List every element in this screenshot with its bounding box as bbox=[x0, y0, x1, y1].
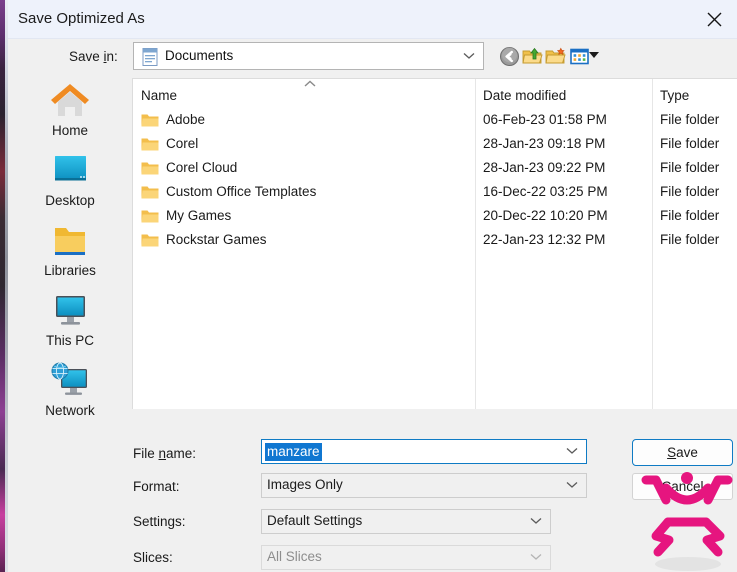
file-name-value: manzare bbox=[265, 443, 322, 461]
sidebar-item-label: Network bbox=[45, 403, 95, 418]
background-window-sliver-2 bbox=[5, 0, 8, 572]
chevron-down-icon[interactable] bbox=[566, 481, 578, 489]
horizontal-scrollbar-track[interactable] bbox=[132, 409, 737, 426]
column-header-name[interactable]: Name bbox=[141, 88, 177, 103]
close-icon bbox=[707, 12, 721, 26]
file-name: Corel bbox=[166, 136, 199, 151]
file-date: 06-Feb-23 01:58 PM bbox=[483, 112, 607, 127]
table-row[interactable]: Rockstar Games 22-Jan-23 12:32 PM File f… bbox=[133, 229, 737, 253]
table-row[interactable]: My Games 20-Dec-22 10:20 PM File folder bbox=[133, 205, 737, 229]
file-name: Adobe bbox=[166, 112, 206, 127]
folder-icon bbox=[141, 186, 159, 199]
up-one-level-button[interactable] bbox=[522, 46, 543, 67]
libraries-folder-icon bbox=[55, 228, 85, 255]
file-date: 28-Jan-23 09:18 PM bbox=[483, 136, 606, 151]
documents-folder-icon bbox=[142, 48, 158, 66]
sidebar-item-label: This PC bbox=[45, 333, 94, 348]
file-name: Rockstar Games bbox=[166, 232, 267, 247]
table-row[interactable]: Adobe 06-Feb-23 01:58 PM File folder bbox=[133, 109, 737, 133]
save-button[interactable]: Save bbox=[632, 439, 733, 466]
folder-icon bbox=[141, 210, 159, 223]
network-icon bbox=[51, 362, 87, 395]
file-type: File folder bbox=[660, 160, 720, 175]
file-type: File folder bbox=[660, 112, 720, 127]
file-name-input[interactable]: manzare bbox=[261, 439, 587, 464]
up-folder-icon bbox=[522, 47, 543, 64]
settings-combobox[interactable]: Default Settings bbox=[261, 509, 551, 534]
file-date: 22-Jan-23 12:32 PM bbox=[483, 232, 606, 247]
create-new-folder-button[interactable] bbox=[545, 46, 566, 67]
save-optimized-as-dialog: Save Optimized As Save in: Documents Nam… bbox=[0, 0, 737, 572]
sidebar-item-home[interactable]: Home bbox=[8, 78, 132, 150]
folder-icon bbox=[141, 114, 159, 127]
cancel-button[interactable]: Cancel bbox=[632, 473, 733, 500]
file-type: File folder bbox=[660, 136, 720, 151]
chevron-down-icon[interactable] bbox=[566, 447, 578, 455]
slices-label: Slices: bbox=[133, 550, 173, 565]
file-date: 16-Dec-22 03:25 PM bbox=[483, 184, 608, 199]
folder-icon bbox=[141, 162, 159, 175]
chevron-down-icon bbox=[530, 554, 542, 560]
sidebar-item-network[interactable]: Network bbox=[8, 358, 132, 430]
sidebar-item-this-pc[interactable]: This PC bbox=[8, 288, 132, 360]
settings-label: Settings: bbox=[133, 514, 186, 529]
sidebar-item-label: Libraries bbox=[44, 263, 96, 278]
desktop-icon bbox=[55, 156, 86, 181]
file-name: Corel Cloud bbox=[166, 160, 238, 175]
chevron-down-icon[interactable] bbox=[530, 517, 542, 525]
home-icon bbox=[51, 84, 89, 116]
file-name-label: File name: bbox=[133, 446, 197, 461]
format-combobox[interactable]: Images Only bbox=[261, 473, 587, 498]
file-list[interactable]: Name Date modified Type Adobe 06-Feb-23 … bbox=[132, 78, 737, 410]
save-in-combobox[interactable]: Documents bbox=[133, 42, 484, 70]
column-header-date-modified[interactable]: Date modified bbox=[483, 88, 566, 103]
places-bar: Home Desktop Libraries This PC Network bbox=[8, 78, 132, 426]
file-date: 20-Dec-22 10:20 PM bbox=[483, 208, 608, 223]
chevron-down-icon bbox=[463, 53, 475, 59]
close-button[interactable] bbox=[691, 0, 737, 38]
sidebar-item-label: Home bbox=[51, 123, 88, 138]
back-icon bbox=[500, 47, 519, 66]
file-type: File folder bbox=[660, 208, 720, 223]
table-row[interactable]: Corel Cloud 28-Jan-23 09:22 PM File fold… bbox=[133, 157, 737, 181]
sort-ascending-icon bbox=[304, 80, 316, 87]
views-button[interactable] bbox=[569, 46, 590, 67]
sidebar-item-libraries[interactable]: Libraries bbox=[8, 218, 132, 290]
settings-value: Default Settings bbox=[267, 513, 363, 528]
format-value: Images Only bbox=[267, 477, 343, 492]
table-row[interactable]: Corel 28-Jan-23 09:18 PM File folder bbox=[133, 133, 737, 157]
format-label: Format: bbox=[133, 479, 180, 494]
folder-icon bbox=[141, 138, 159, 151]
slices-combobox: All Slices bbox=[261, 545, 551, 570]
save-in-label: Save in: bbox=[69, 49, 118, 64]
window-title: Save Optimized As bbox=[18, 10, 145, 27]
file-type: File folder bbox=[660, 232, 720, 247]
file-date: 28-Jan-23 09:22 PM bbox=[483, 160, 606, 175]
sidebar-item-label: Desktop bbox=[45, 193, 95, 208]
column-header-type[interactable]: Type bbox=[660, 88, 689, 103]
this-pc-icon bbox=[56, 296, 85, 325]
new-folder-icon bbox=[545, 47, 566, 64]
sidebar-item-desktop[interactable]: Desktop bbox=[8, 148, 132, 220]
file-type: File folder bbox=[660, 184, 720, 199]
title-bar: Save Optimized As bbox=[8, 0, 737, 39]
back-button[interactable] bbox=[499, 46, 520, 67]
slices-value: All Slices bbox=[267, 549, 322, 564]
file-name: Custom Office Templates bbox=[166, 184, 317, 199]
views-icon bbox=[570, 48, 589, 65]
table-row[interactable]: Custom Office Templates 16-Dec-22 03:25 … bbox=[133, 181, 737, 205]
views-dropdown-arrow-icon[interactable] bbox=[589, 52, 599, 58]
folder-icon bbox=[141, 234, 159, 247]
save-in-value: Documents bbox=[165, 48, 234, 63]
file-name: My Games bbox=[166, 208, 232, 223]
